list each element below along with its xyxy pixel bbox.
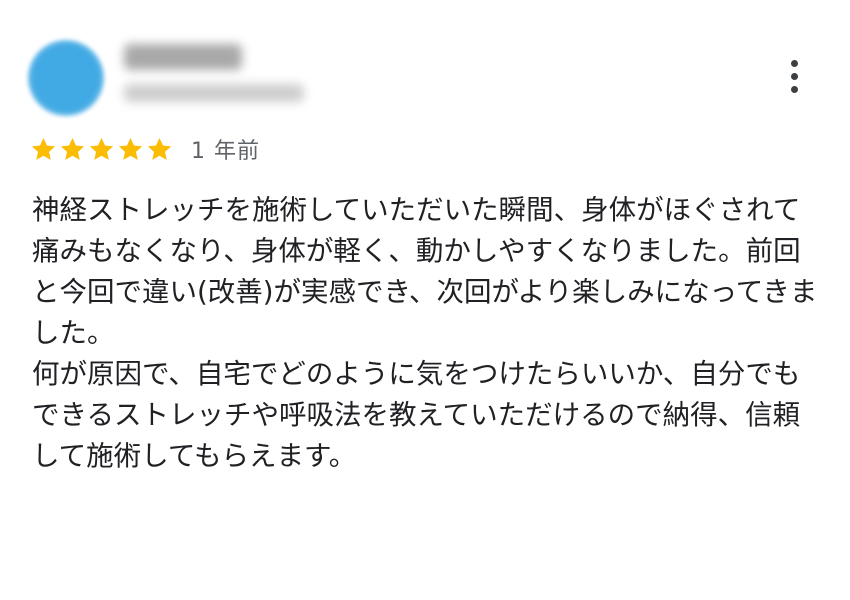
more-options-button[interactable] [776, 54, 812, 98]
reviewer-name-blurred[interactable] [124, 44, 242, 70]
more-vert-icon-dot [790, 85, 798, 93]
review-text: 神経ストレッチを施術していただいた瞬間、身体がほぐされて痛みもなくなり、身体が軽… [32, 194, 818, 472]
review-age: 1 年前 [191, 139, 260, 164]
star-icon [146, 136, 173, 163]
star-icon [30, 136, 57, 163]
review-card: 1 年前 神経ストレッチを施術していただいた瞬間、身体がほぐされて痛みもなくなり… [0, 0, 850, 600]
rating-row: 1 年前 [30, 132, 260, 166]
more-vert-icon-dot [790, 72, 798, 80]
reviewer-meta-blurred [124, 84, 304, 102]
star-icon [88, 136, 115, 163]
reviewer-avatar[interactable] [28, 40, 104, 116]
star-icon [117, 136, 144, 163]
more-vert-icon [790, 59, 798, 67]
star-rating [30, 136, 173, 163]
star-icon [59, 136, 86, 163]
